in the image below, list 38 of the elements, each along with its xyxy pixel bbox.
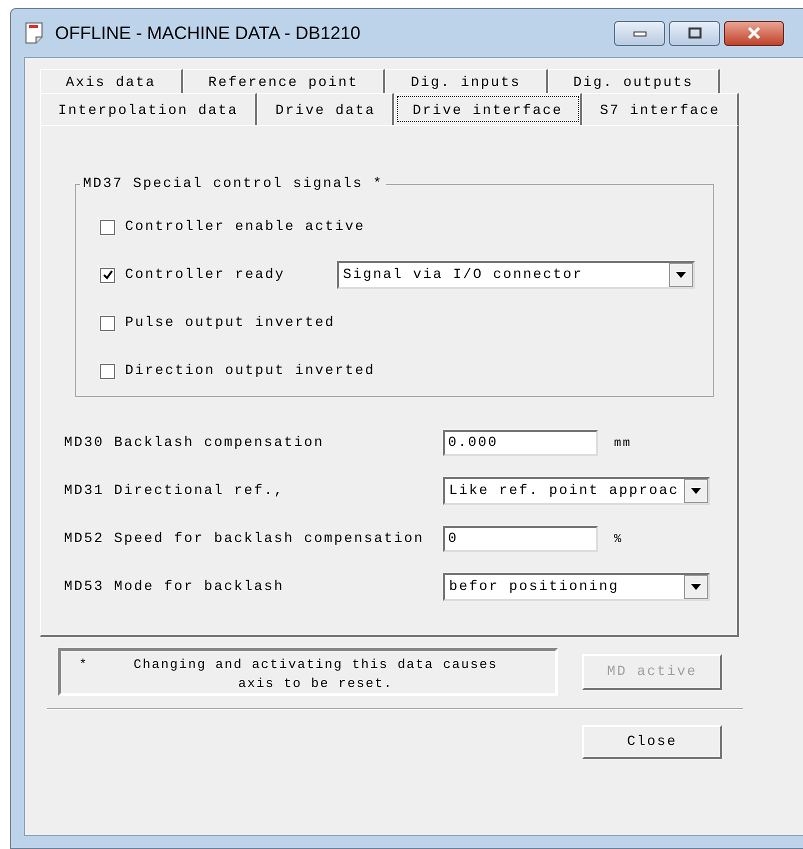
- minimize-icon: [632, 29, 646, 37]
- asterisk-mark: *: [79, 656, 88, 674]
- minimize-button[interactable]: [614, 20, 665, 46]
- maximize-button[interactable]: [669, 20, 720, 46]
- maximize-icon: [688, 27, 702, 39]
- dropdown[interactable]: Like ref. point approac: [443, 477, 710, 505]
- tab[interactable]: Interpolation data: [40, 93, 258, 125]
- field-label: MD31 Directional ref.,: [64, 483, 286, 499]
- field-label: MD52 Speed for backlash compensation: [64, 531, 426, 547]
- button[interactable]: Close: [582, 725, 722, 759]
- group-title: MD37 Special control signals *: [80, 175, 386, 193]
- field-label: MD30 Backlash compensation: [64, 435, 326, 451]
- checkbox[interactable]: Direction output inverted: [100, 363, 376, 379]
- info-text: Changing and activating this data causes axis to be reset.: [132, 656, 499, 693]
- dropdown[interactable]: Signal via I/O connector: [337, 261, 695, 289]
- checkbox[interactable]: Controller ready: [100, 267, 286, 283]
- field-label: MD53 Mode for backlash: [64, 579, 286, 595]
- tab[interactable]: Reference point: [182, 69, 386, 93]
- input-field[interactable]: 0: [443, 526, 598, 552]
- window-title: OFFLINE - MACHINE DATA - DB1210: [55, 22, 362, 44]
- checkbox[interactable]: Controller enable active: [100, 219, 366, 235]
- tab[interactable]: Drive data: [257, 93, 394, 125]
- caret-icon: [676, 272, 686, 278]
- tab[interactable]: Dig. outputs: [548, 69, 720, 93]
- input-field[interactable]: 0.000: [443, 430, 598, 456]
- tab[interactable]: S7 interface: [582, 93, 739, 125]
- unit-label: mm: [614, 436, 632, 450]
- close-button[interactable]: [724, 20, 784, 46]
- checkbox[interactable]: Pulse output inverted: [100, 315, 336, 331]
- close-icon: [746, 26, 762, 40]
- caret-icon: [691, 488, 701, 494]
- tab[interactable]: Axis data: [40, 69, 182, 93]
- checkmark-icon: [102, 269, 114, 281]
- tab[interactable]: Dig. inputs: [385, 69, 548, 93]
- caret-icon: [691, 584, 701, 590]
- dropdown[interactable]: befor positioning: [443, 573, 710, 601]
- unit-label: %: [614, 532, 623, 546]
- tab[interactable]: Drive interface: [394, 93, 582, 125]
